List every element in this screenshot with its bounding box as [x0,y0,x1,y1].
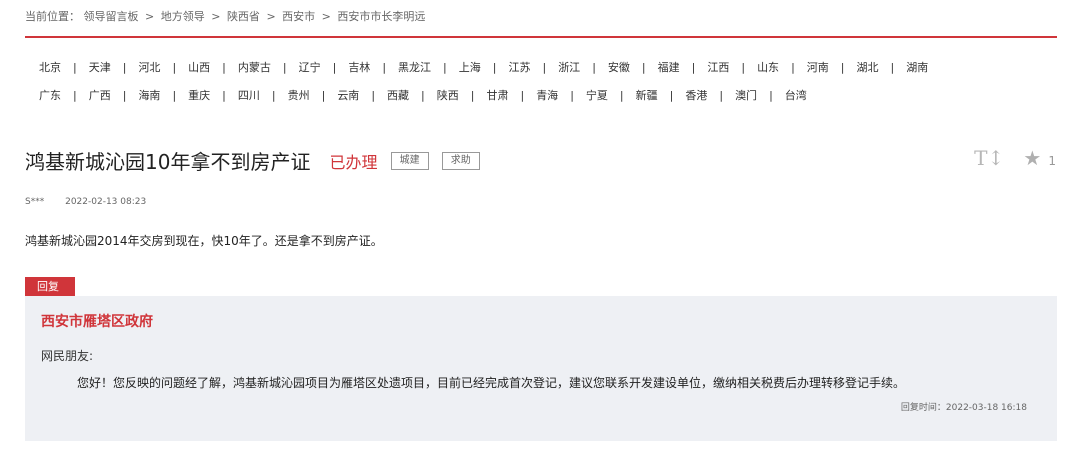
reply-text: 您好！您反映的问题经了解，鸿基新城沁园项目为雁塔区处遗项目，目前已经完成首次登记… [77,376,906,390]
region-link[interactable]: 广东 [25,89,73,102]
region-link[interactable]: 江西 [695,61,741,74]
region-link[interactable]: 台湾 [773,89,819,102]
region-link[interactable]: 河南 [795,61,841,74]
region-link[interactable]: 北京 [25,61,73,74]
favorites-count: 1 [1048,154,1056,168]
breadcrumb-item-mayor[interactable]: 西安市市长李明远 [337,8,425,24]
region-link[interactable]: 湖南 [894,61,940,74]
post-date: 2022-02-13 08:23 [65,197,147,207]
region-link[interactable]: 河北 [126,61,172,74]
region-link[interactable]: 湖北 [845,61,891,74]
star-icon[interactable]: ★ [1023,146,1041,170]
region-link[interactable]: 重庆 [176,89,222,102]
region-link[interactable]: 上海 [447,61,493,74]
breadcrumb-separator: > [266,10,276,23]
message-content: 鸿基新城沁园2014年交房到现在，快10年了。还是拿不到房产证。 [25,234,383,248]
region-link[interactable]: 山西 [176,61,222,74]
region-link[interactable]: 山东 [745,61,791,74]
author: S*** [25,197,45,207]
message-tools: T↕ ★ 1 [974,146,1056,170]
breadcrumb-separator: > [321,10,331,23]
region-link[interactable]: 江苏 [496,61,542,74]
region-link[interactable]: 安徽 [596,61,642,74]
region-link[interactable]: 甘肃 [474,89,520,102]
breadcrumb-separator: > [145,10,155,23]
breadcrumb-item-local-leaders[interactable]: 地方领导 [161,8,205,24]
region-link[interactable]: 陕西 [425,89,471,102]
breadcrumb-separator: > [211,10,221,23]
header-divider [25,36,1057,38]
font-size-icon[interactable]: T↕ [974,146,1004,170]
region-link[interactable]: 吉林 [336,61,382,74]
tag-urban-construction[interactable]: 城建 [390,151,429,170]
region-link[interactable]: 浙江 [546,61,592,74]
breadcrumb-prefix: 当前位置： [25,10,80,23]
breadcrumb-item-shaanxi[interactable]: 陕西省 [227,8,260,24]
region-link[interactable]: 新疆 [624,89,670,102]
region-link[interactable]: 辽宁 [287,61,333,74]
region-link[interactable]: 天津 [77,61,123,74]
region-link[interactable]: 黑龙江 [386,61,443,74]
region-link[interactable]: 四川 [226,89,272,102]
region-divider: | [840,61,845,74]
message-header: 鸿基新城沁园10年拿不到房产证 已办理 城建 求助 [25,146,480,175]
region-nav-row-2: 广东 | 广西 | 海南 | 重庆 | 四川 | 贵州 | 云南 | 西藏 | 陕西 | 甘肃 | 青海 | 宁夏 | 新疆 | 香… [25,87,1065,103]
page-title: 鸿基新城沁园10年拿不到房产证 [25,150,311,174]
reply-greeting: 网民朋友: [41,349,94,363]
message-meta: S*** 2022-02-13 08:23 [25,197,146,207]
status-badge: 已办理 [329,152,378,172]
breadcrumb-item-xian[interactable]: 西安市 [282,8,315,24]
reply-time: 回复时间：2022-03-18 16:18 [900,403,1027,413]
breadcrumb-item-message-board[interactable]: 领导留言板 [84,8,139,24]
reply-department: 西安市雁塔区政府 [41,314,153,330]
region-link[interactable]: 内蒙古 [226,61,283,74]
reply-badge: 回复 [25,277,75,297]
region-nav-row-1: 北京 | 天津 | 河北 | 山西 | 内蒙古 | 辽宁 | 吉林 | 黑龙江 | 上海 | 江苏 | 浙江 | 安徽 | 福建… [25,59,1065,75]
region-link[interactable]: 广西 [77,89,123,102]
region-link[interactable]: 云南 [325,89,371,102]
reply-panel: 西安市雁塔区政府 网民朋友: 您好！您反映的问题经了解，鸿基新城沁园项目为雁塔区… [25,296,1057,441]
breadcrumb: 当前位置： 领导留言板 > 地方领导 > 陕西省 > 西安市 > 西安市市长李明… [25,8,425,24]
region-link[interactable]: 海南 [126,89,172,102]
region-link[interactable]: 西藏 [375,89,421,102]
tag-help[interactable]: 求助 [441,151,480,170]
region-link[interactable]: 宁夏 [574,89,620,102]
region-link[interactable]: 福建 [646,61,692,74]
region-link[interactable]: 澳门 [723,89,769,102]
region-link[interactable]: 香港 [673,89,719,102]
region-link[interactable]: 青海 [524,89,570,102]
region-link[interactable]: 贵州 [276,89,322,102]
